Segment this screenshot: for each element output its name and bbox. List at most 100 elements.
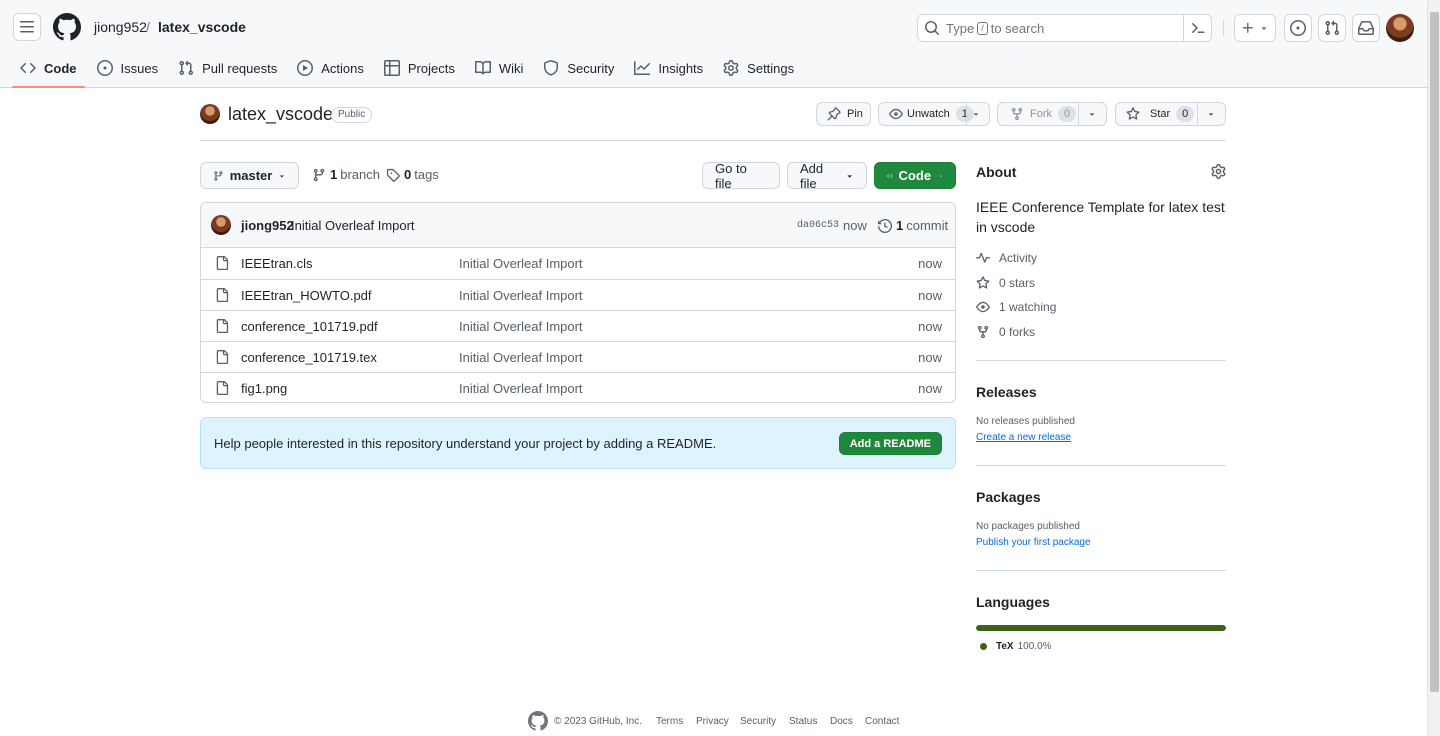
search-input[interactable]: Type / to search (917, 14, 1212, 42)
about-description: IEEE Conference Template for latex test … (976, 199, 1225, 235)
file-name[interactable]: fig1.png (241, 381, 287, 396)
tag-icon (386, 168, 400, 182)
footer-link-contact[interactable]: Contact (865, 716, 899, 727)
about-settings-button[interactable] (1211, 164, 1226, 179)
readme-callout: Help people interested in this repositor… (200, 417, 956, 469)
language-name: TeX (996, 641, 1014, 652)
tags-link[interactable]: 0 tags (386, 167, 439, 182)
button-divider (1197, 102, 1198, 126)
breadcrumb-repo[interactable]: latex_vscode (158, 19, 246, 35)
branch-select-button[interactable]: master (200, 162, 299, 189)
file-commit-message[interactable]: Initial Overleaf Import (459, 319, 583, 334)
pin-button[interactable]: Pin (816, 102, 871, 126)
activity-link[interactable]: Activity (976, 251, 1037, 265)
pulse-icon (976, 252, 990, 263)
file-commit-message[interactable]: Initial Overleaf Import (459, 381, 583, 396)
file-row[interactable]: IEEEtran_HOWTO.pdf Initial Overleaf Impo… (201, 279, 955, 310)
footer-link-docs[interactable]: Docs (830, 716, 853, 727)
sidebar-divider (976, 570, 1226, 571)
add-file-button[interactable]: Add file (787, 161, 867, 191)
plus-icon (1242, 22, 1253, 33)
tab-issues[interactable]: Issues (89, 56, 167, 80)
readme-callout-text: Help people interested in this repositor… (214, 436, 717, 451)
commit-author-avatar[interactable] (211, 215, 231, 235)
issues-button[interactable] (1284, 14, 1312, 42)
code-dropdown-button[interactable]: Code (874, 162, 956, 189)
hamburger-menu-button[interactable] (13, 13, 41, 41)
branches-link[interactable]: 1 branch (312, 167, 380, 182)
tab-code[interactable]: Code (12, 56, 85, 88)
file-row[interactable]: conference_101719.pdf Initial Overleaf I… (201, 310, 955, 341)
add-readme-button[interactable]: Add a README (838, 432, 942, 455)
file-name[interactable]: conference_101719.tex (241, 350, 377, 365)
code-icon (887, 173, 893, 178)
search-placeholder-suffix: to search (990, 20, 1045, 36)
file-commit-time: now (918, 381, 942, 396)
pull-request-icon (179, 60, 194, 76)
issue-icon (96, 60, 113, 76)
publish-package-link[interactable]: Publish your first package (976, 537, 1091, 548)
footer-link-privacy[interactable]: Privacy (696, 716, 729, 727)
tab-security[interactable]: Security (535, 56, 622, 80)
file-row[interactable]: conference_101719.tex Initial Overleaf I… (201, 341, 955, 372)
tab-label: Code (44, 60, 77, 76)
breadcrumb-owner[interactable]: jiong952 (94, 19, 147, 35)
unwatch-button[interactable]: Unwatch 1 (878, 102, 990, 126)
add-readme-label: Add a README (849, 437, 931, 450)
file-row[interactable]: fig1.png Initial Overleaf Import now (201, 372, 955, 402)
star-button[interactable]: Star 0 (1115, 102, 1226, 126)
watchers-link[interactable]: 1 watching (976, 300, 1056, 314)
create-new-button[interactable] (1234, 14, 1276, 42)
file-name[interactable]: IEEEtran.cls (241, 256, 313, 271)
file-name[interactable]: conference_101719.pdf (241, 319, 378, 334)
repo-forked-icon (1011, 107, 1023, 121)
about-heading: About (976, 164, 1017, 180)
packages-heading[interactable]: Packages (976, 489, 1041, 505)
file-commit-message[interactable]: Initial Overleaf Import (459, 256, 583, 271)
releases-heading[interactable]: Releases (976, 384, 1037, 400)
user-avatar[interactable] (1386, 14, 1414, 42)
global-header: jiong952 / latex_vscode Type / to search… (0, 0, 1427, 88)
commit-history-link[interactable]: 1 commit (878, 218, 948, 233)
commit-message[interactable]: Initial Overleaf Import (291, 218, 415, 233)
file-row[interactable]: IEEEtran.cls Initial Overleaf Import now (201, 248, 955, 279)
commit-author[interactable]: jiong952 (241, 218, 294, 233)
scrollbar-thumb[interactable] (1430, 12, 1439, 692)
git-pull-request-icon (1325, 20, 1340, 36)
visibility-badge: Public (331, 107, 373, 123)
footer-github-logo[interactable] (528, 711, 548, 731)
tab-insights[interactable]: Insights (626, 56, 711, 80)
tab-actions[interactable]: Actions (289, 56, 372, 80)
file-commit-time: now (918, 256, 942, 271)
tab-pull-requests[interactable]: Pull requests (170, 56, 285, 80)
language-item-tex[interactable]: TeX 100.0% (980, 641, 1052, 652)
page-scrollbar[interactable] (1427, 0, 1440, 736)
go-to-file-button[interactable]: Go to file (702, 161, 780, 191)
footer-link-status[interactable]: Status (789, 716, 817, 727)
footer-link-security[interactable]: Security (740, 716, 776, 727)
inbox-button[interactable] (1352, 14, 1380, 42)
tab-projects[interactable]: Projects (376, 56, 463, 80)
stars-link[interactable]: 0 stars (976, 276, 1035, 290)
github-logo[interactable] (53, 13, 81, 41)
pull-requests-button[interactable] (1318, 14, 1346, 42)
owner-avatar[interactable] (200, 104, 220, 124)
pin-icon (827, 107, 841, 121)
commit-sha[interactable]: da06c53 (797, 220, 839, 231)
graph-icon (634, 61, 651, 75)
tab-wiki[interactable]: Wiki (467, 56, 532, 80)
file-name[interactable]: IEEEtran_HOWTO.pdf (241, 288, 372, 303)
gear-icon (723, 60, 739, 76)
create-release-link[interactable]: Create a new release (976, 432, 1071, 443)
file-commit-message[interactable]: Initial Overleaf Import (459, 350, 583, 365)
tab-settings[interactable]: Settings (715, 56, 802, 80)
file-icon (216, 350, 229, 364)
file-commit-message[interactable]: Initial Overleaf Import (459, 288, 583, 303)
command-palette-button[interactable] (1183, 14, 1211, 42)
repo-name[interactable]: latex_vscode (228, 104, 333, 125)
fork-button[interactable]: Fork 0 (997, 102, 1107, 126)
forks-link[interactable]: 0 forks (976, 325, 1035, 339)
tab-label: Issues (120, 60, 159, 76)
footer-link-terms[interactable]: Terms (656, 716, 683, 727)
search-shortcut-key: / (977, 21, 988, 35)
